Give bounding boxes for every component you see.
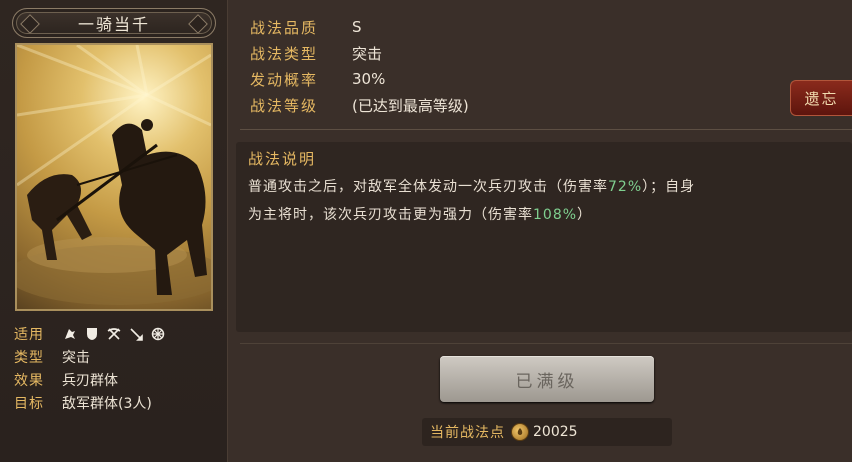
points-label: 当前战法点 [430, 425, 505, 441]
bow-icon [106, 326, 122, 342]
attr-suit-label: 适用 [14, 326, 44, 343]
suit-icons [62, 326, 166, 342]
stat-probability-row: 发动概率 30% [250, 66, 469, 92]
description-line2-post: ） [577, 207, 593, 223]
max-level-button[interactable]: 已满级 [440, 356, 654, 402]
description-line1-post: ）；自身 [642, 179, 696, 195]
description-title: 战法说明 [248, 150, 317, 168]
description-line1-pre: 普通攻击之后，对敌军全体发动一次兵刃攻击（伤害率 [248, 179, 608, 195]
skill-card-art [15, 43, 213, 311]
stat-level-row: 战法等级 (已达到最高等级) [250, 92, 469, 118]
skill-card-panel: 一骑当千 适用 类型 突击 效果 兵刃群体 目标 敌军群体(3人) [0, 0, 228, 462]
stat-value: S [352, 18, 362, 36]
cavalry-icon [62, 326, 78, 342]
stat-label: 战法类型 [250, 44, 319, 63]
skill-stats: 战法品质 S 战法类型 突击 发动概率 30% 战法等级 (已达到最高等级) [250, 14, 469, 118]
divider [240, 129, 852, 130]
attr-effect-label: 效果 [14, 372, 44, 389]
stat-label: 战法等级 [250, 96, 319, 115]
attr-type-label: 类型 [14, 349, 44, 366]
attr-type-value: 突击 [62, 349, 90, 366]
spear-icon [128, 326, 144, 342]
divider [240, 343, 852, 344]
attr-target-row: 目标 敌军群体(3人) [14, 391, 224, 414]
stat-value: (已达到最高等级) [352, 96, 469, 115]
ship-wheel-icon [150, 326, 166, 342]
skill-description-box: 战法说明 普通攻击之后，对敌军全体发动一次兵刃攻击（伤害率72%）；自身 为主将… [236, 142, 852, 332]
attr-type-row: 类型 突击 [14, 345, 224, 368]
skill-name-plate: 一骑当千 [12, 8, 216, 38]
stat-label: 发动概率 [250, 70, 319, 89]
points-value: 20025 [533, 424, 578, 440]
stat-type-row: 战法类型 突击 [250, 40, 469, 66]
attr-effect-row: 效果 兵刃群体 [14, 368, 224, 391]
stat-quality-row: 战法品质 S [250, 14, 469, 40]
plate-ornament-left [20, 14, 40, 34]
damage-rate-value: 108% [533, 207, 578, 223]
attr-effect-value: 兵刃群体 [62, 372, 118, 389]
shield-icon [84, 326, 100, 342]
skill-point-coin-icon [511, 423, 529, 441]
stat-label: 战法品质 [250, 18, 319, 37]
forget-skill-button[interactable]: 遗忘 [790, 80, 852, 116]
stat-value: 30% [352, 70, 386, 88]
attr-target-value: 敌军群体(3人) [62, 395, 152, 412]
attr-target-label: 目标 [14, 395, 44, 412]
skill-points-bar: 当前战法点 20025 [422, 418, 672, 446]
description-text: 普通攻击之后，对敌军全体发动一次兵刃攻击（伤害率72%）；自身 为主将时，该次兵… [248, 173, 840, 229]
attr-suit-row: 适用 [14, 322, 224, 345]
skill-name: 一骑当千 [77, 15, 150, 34]
description-line2-pre: 为主将时，该次兵刃攻击更为强力（伤害率 [248, 207, 533, 223]
stat-value: 突击 [352, 44, 383, 63]
skill-attributes: 适用 类型 突击 效果 兵刃群体 目标 敌军群体(3人) [14, 322, 224, 414]
plate-ornament-right [188, 14, 208, 34]
damage-rate-value: 72% [608, 179, 643, 195]
